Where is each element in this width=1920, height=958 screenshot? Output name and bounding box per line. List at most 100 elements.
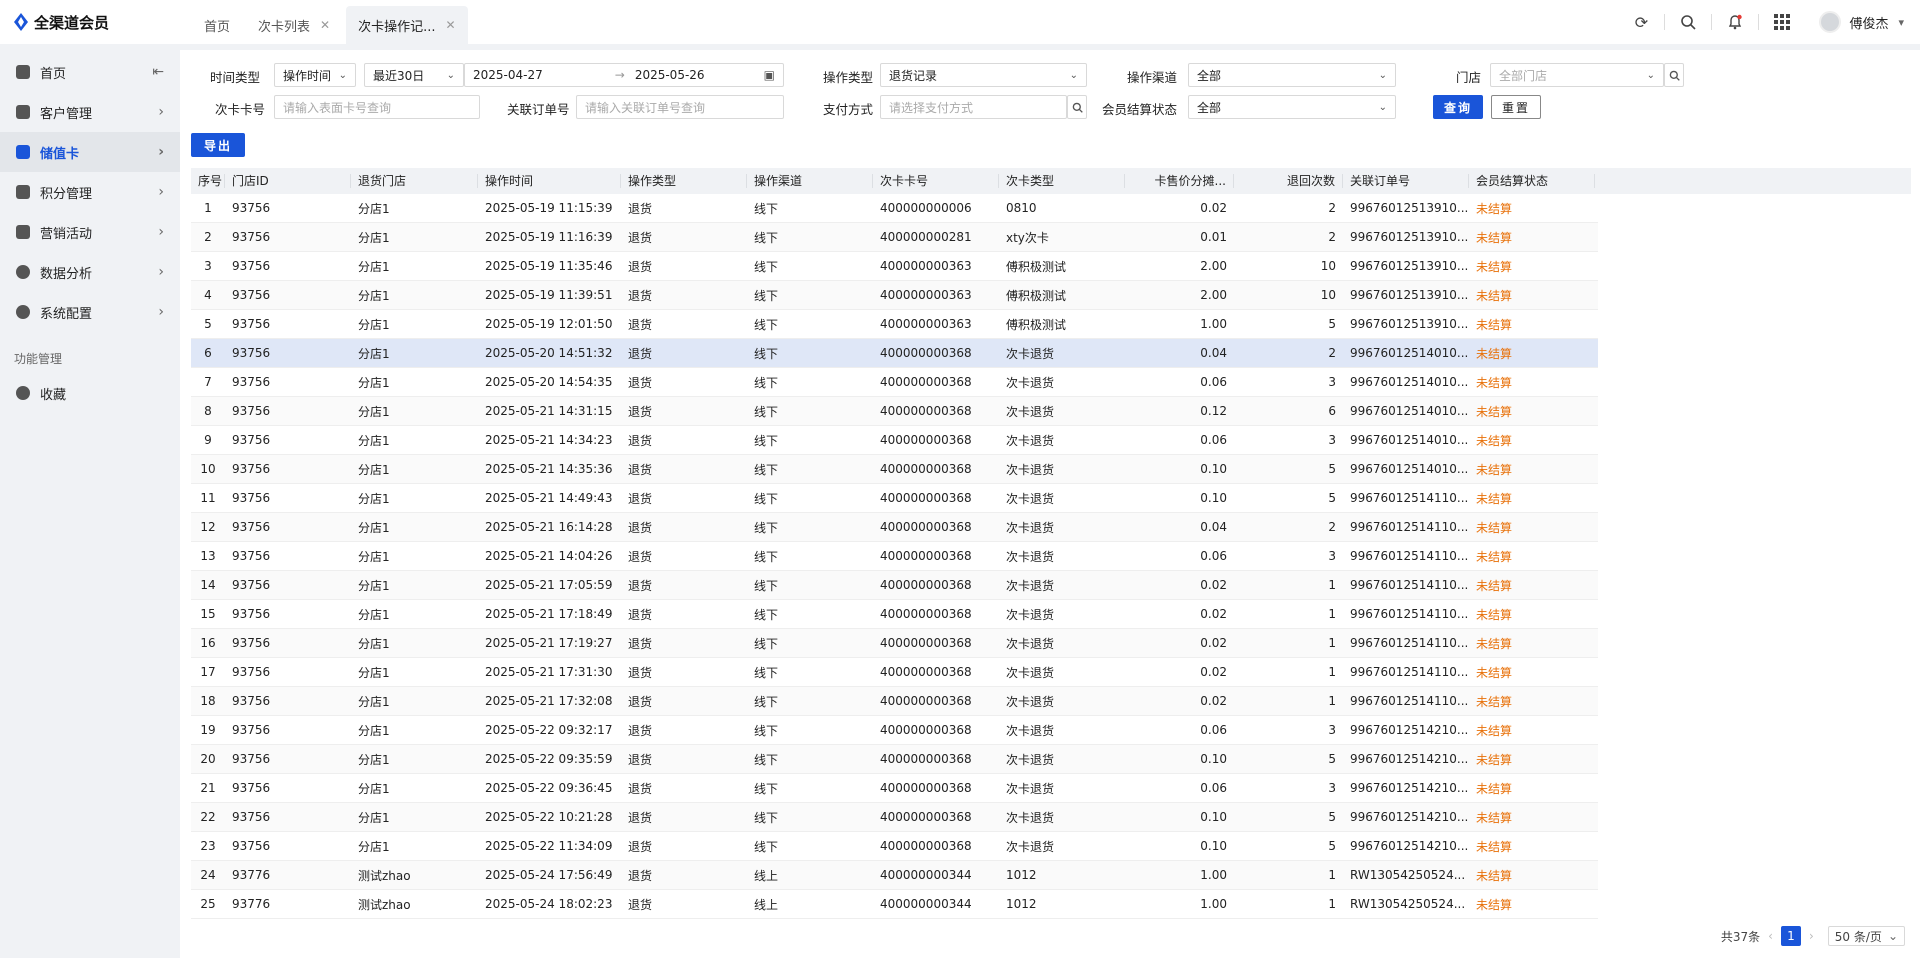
table-row[interactable]: 21 93756 分店1 2025-05-22 09:36:45 退货 线下 4000000… — [191, 774, 1598, 803]
export-button[interactable]: 导出 — [191, 133, 245, 157]
column-header[interactable]: 次卡卡号 — [873, 174, 999, 188]
refresh-icon[interactable]: ⟳ — [1630, 11, 1652, 33]
column-header[interactable]: 序号 — [191, 174, 225, 188]
table-row[interactable]: 8 93756 分店1 2025-05-21 14:31:15 退货 线下 40000000… — [191, 397, 1598, 426]
sidebar-item-stored-card[interactable]: 储值卡 › — [0, 132, 180, 172]
chevron-down-icon[interactable]: ▾ — [1898, 16, 1904, 29]
chevron-right-icon: › — [158, 224, 164, 240]
table-row[interactable]: 25 93776 测试zhao 2025-05-24 18:02:23 退货 线上 4000… — [191, 890, 1598, 919]
sidebar-item-marketing[interactable]: 营销活动 › — [0, 212, 180, 252]
table-row[interactable]: 12 93756 分店1 2025-05-21 16:14:28 退货 线下 4000000… — [191, 513, 1598, 542]
table-row[interactable]: 1 93756 分店1 2025-05-19 11:15:39 退货 线下 40000000… — [191, 194, 1598, 223]
sidebar-item-points[interactable]: 积分管理 › — [0, 172, 180, 212]
table-row[interactable]: 7 93756 分店1 2025-05-20 14:54:35 退货 线下 40000000… — [191, 368, 1598, 397]
table-row[interactable]: 14 93756 分店1 2025-05-21 17:05:59 退货 线下 4000000… — [191, 571, 1598, 600]
search-icon[interactable] — [1677, 11, 1699, 33]
table-cell: 2 — [1328, 230, 1336, 244]
table-cell: 线下 — [754, 491, 779, 506]
table-row[interactable]: 4 93756 分店1 2025-05-19 11:39:51 退货 线下 40000000… — [191, 281, 1598, 310]
store-search-button[interactable] — [1664, 63, 1684, 87]
top-bar: 全渠道会员 首页 次卡列表 ✕ 次卡操作记... ✕ ⟳ 傅俊杰 ▾ — [0, 0, 1920, 44]
column-header[interactable]: 操作类型 — [621, 174, 747, 188]
pay-search-button[interactable] — [1067, 95, 1087, 119]
tab-card-records[interactable]: 次卡操作记... ✕ — [346, 6, 468, 44]
close-icon[interactable]: ✕ — [446, 18, 456, 32]
column-header[interactable]: 门店ID — [225, 174, 351, 188]
avatar[interactable] — [1819, 11, 1842, 33]
table-row[interactable]: 16 93756 分店1 2025-05-21 17:19:27 退货 线下 4000000… — [191, 629, 1598, 658]
table-row[interactable]: 20 93756 分店1 2025-05-22 09:35:59 退货 线下 4000000… — [191, 745, 1598, 774]
table-row[interactable]: 19 93756 分店1 2025-05-22 09:32:17 退货 线下 4000000… — [191, 716, 1598, 745]
table-row[interactable]: 3 93756 分店1 2025-05-19 11:35:46 退货 线下 40000000… — [191, 252, 1598, 281]
apps-grid-icon[interactable] — [1771, 11, 1793, 33]
collapse-sidebar-icon[interactable]: ⇤ — [152, 64, 164, 80]
table-cell: 1 — [1328, 897, 1336, 911]
sidebar-item-favorites[interactable]: 收藏 — [0, 373, 180, 413]
status-cell: 未结算 — [1476, 317, 1513, 332]
card-no-input[interactable]: 请输入表面卡号查询 — [274, 95, 480, 119]
range-select[interactable]: 最近30日 ⌄ — [364, 63, 464, 87]
chevron-right-icon: › — [158, 264, 164, 280]
table-cell: 次卡退货 — [1006, 433, 1055, 448]
date-end[interactable]: 2025-05-26 — [635, 68, 705, 82]
table-cell: 93756 — [232, 201, 271, 215]
bell-icon[interactable] — [1724, 11, 1746, 33]
table-row[interactable]: 18 93756 分店1 2025-05-21 17:32:08 退货 线下 4000000… — [191, 687, 1598, 716]
sidebar-item-home[interactable]: 首页 ⇤ — [0, 52, 180, 92]
order-input[interactable]: 请输入关联订单号查询 — [576, 95, 784, 119]
close-icon[interactable]: ✕ — [320, 18, 330, 32]
column-header[interactable]: 退货门店 — [351, 174, 478, 188]
table-row[interactable]: 10 93756 分店1 2025-05-21 14:35:36 退货 线下 4000000… — [191, 455, 1598, 484]
table-row[interactable]: 15 93756 分店1 2025-05-21 17:18:49 退货 线下 4000000… — [191, 600, 1598, 629]
user-name[interactable]: 傅俊杰 — [1849, 13, 1888, 32]
page-button-current[interactable]: 1 — [1780, 926, 1801, 946]
calendar-icon[interactable]: ▣ — [764, 68, 775, 82]
chevron-right-icon[interactable]: › — [1809, 929, 1814, 943]
table-cell: 2025-05-21 17:32:08 — [485, 694, 613, 708]
store-select[interactable]: 全部门店 ⌄ — [1490, 63, 1664, 87]
table-row[interactable]: 9 93756 分店1 2025-05-21 14:34:23 退货 线下 40000000… — [191, 426, 1598, 455]
column-header[interactable]: 退回次数 — [1234, 174, 1343, 188]
reset-button[interactable]: 重置 — [1491, 95, 1541, 119]
table-row[interactable]: 13 93756 分店1 2025-05-21 14:04:26 退货 线下 4000000… — [191, 542, 1598, 571]
sidebar-item-customers[interactable]: 客户管理 › — [0, 92, 180, 132]
date-range-picker[interactable]: 2025-04-27 → 2025-05-26 ▣ — [464, 63, 784, 87]
chevron-right-icon: › — [158, 304, 164, 320]
page-size-select[interactable]: 50 条/页 ⌄ — [1827, 926, 1905, 946]
column-header[interactable]: 卡售价分摊... — [1125, 174, 1234, 188]
table-row[interactable]: 5 93756 分店1 2025-05-19 12:01:50 退货 线下 40000000… — [191, 310, 1598, 339]
table-row[interactable]: 22 93756 分店1 2025-05-22 10:21:28 退货 线下 4000000… — [191, 803, 1598, 832]
table-cell: 线下 — [754, 404, 779, 419]
settle-select[interactable]: 全部 ⌄ — [1188, 95, 1396, 119]
table-row[interactable]: 23 93756 分店1 2025-05-22 11:34:09 退货 线下 4000000… — [191, 832, 1598, 861]
table-row[interactable]: 17 93756 分店1 2025-05-21 17:31:30 退货 线下 4000000… — [191, 658, 1598, 687]
op-channel-select[interactable]: 全部 ⌄ — [1188, 63, 1396, 87]
table-cell: RW13054250524... — [1350, 868, 1466, 882]
column-header[interactable]: 次卡类型 — [999, 174, 1125, 188]
table-cell: 400000000368 — [880, 607, 972, 621]
table-row[interactable]: 11 93756 分店1 2025-05-21 14:49:43 退货 线下 4000000… — [191, 484, 1598, 513]
time-type-select[interactable]: 操作时间 ⌄ — [274, 63, 356, 87]
tab-home[interactable]: 首页 — [192, 6, 242, 44]
chevron-left-icon[interactable]: ‹ — [1768, 929, 1773, 943]
table-cell: 1 — [1328, 636, 1336, 650]
column-header[interactable]: 操作时间 — [478, 174, 621, 188]
table-row[interactable]: 24 93776 测试zhao 2025-05-24 17:56:49 退货 线上 4000… — [191, 861, 1598, 890]
table-row[interactable]: 6 93756 分店1 2025-05-20 14:51:32 退货 线下 40000000… — [191, 339, 1598, 368]
table-cell: 17 — [200, 665, 216, 679]
app-brand[interactable]: 全渠道会员 — [0, 12, 180, 33]
sidebar-item-analytics[interactable]: 数据分析 › — [0, 252, 180, 292]
sidebar-item-settings[interactable]: 系统配置 › — [0, 292, 180, 332]
tab-card-list[interactable]: 次卡列表 ✕ — [246, 6, 342, 44]
column-header[interactable]: 会员结算状态 — [1469, 174, 1595, 188]
table-cell: 退货 — [628, 578, 653, 593]
query-button[interactable]: 查询 — [1433, 95, 1483, 119]
date-start[interactable]: 2025-04-27 — [473, 68, 543, 82]
table-cell: 分店1 — [358, 288, 390, 303]
op-type-select[interactable]: 退货记录 ⌄ — [880, 63, 1087, 87]
column-header[interactable]: 操作渠道 — [747, 174, 873, 188]
pay-select[interactable]: 请选择支付方式 — [880, 95, 1067, 119]
column-header[interactable]: 关联订单号 — [1343, 174, 1469, 188]
table-cell: 2025-05-21 17:18:49 — [485, 607, 613, 621]
table-row[interactable]: 2 93756 分店1 2025-05-19 11:16:39 退货 线下 40000000… — [191, 223, 1598, 252]
